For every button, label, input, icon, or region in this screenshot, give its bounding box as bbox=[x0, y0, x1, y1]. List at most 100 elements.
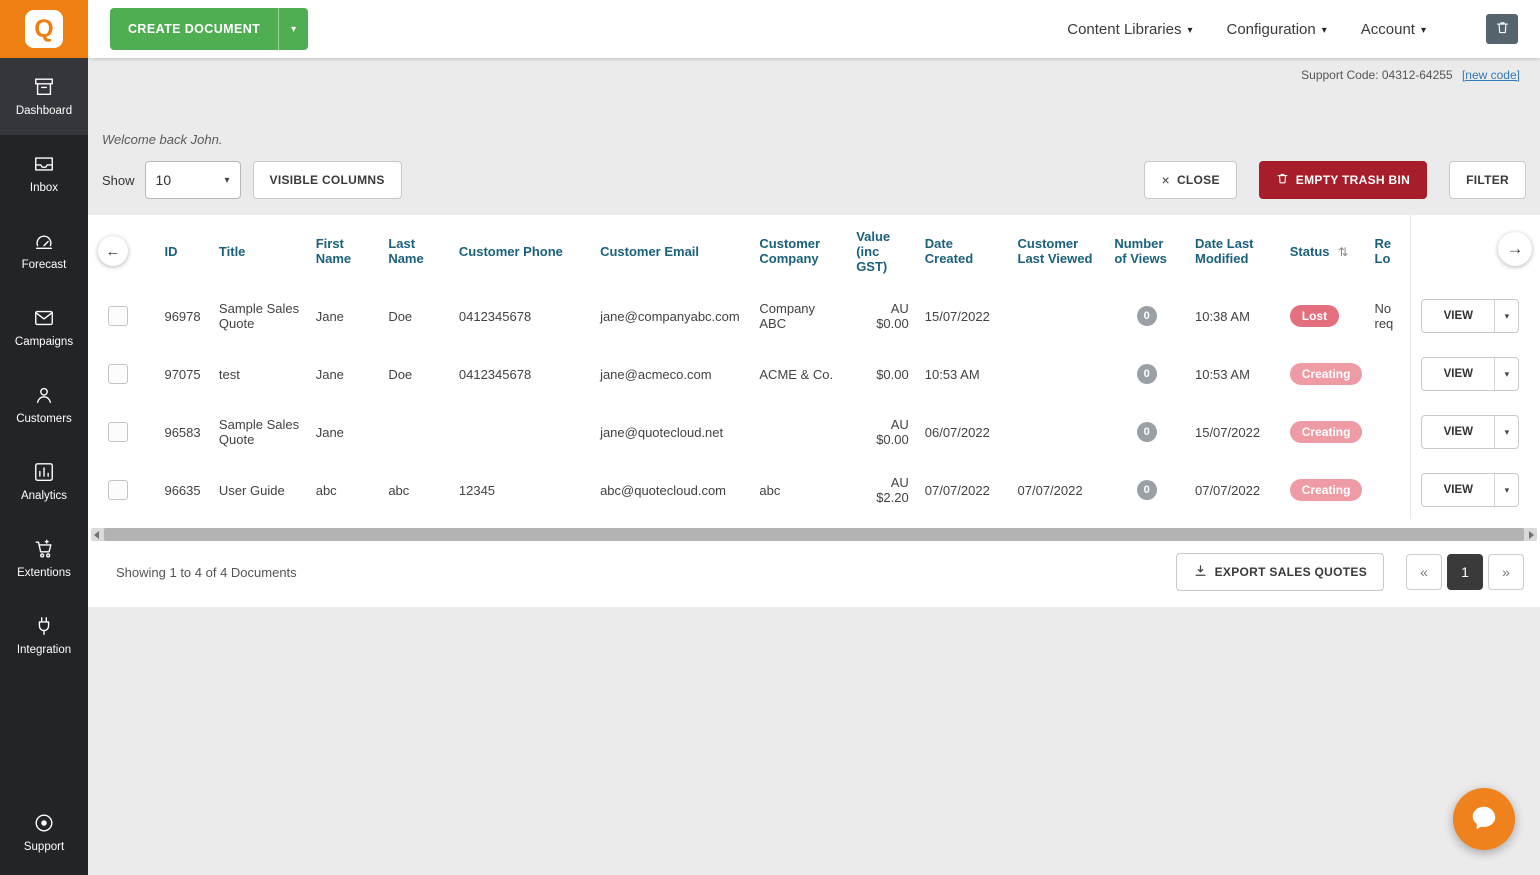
filter-button[interactable]: FILTER bbox=[1449, 161, 1526, 199]
cell-number-of-views: 0 bbox=[1106, 345, 1187, 403]
sidebar-item-label: Forecast bbox=[22, 259, 67, 271]
col-header-status[interactable]: Status ⇅ bbox=[1282, 215, 1371, 287]
cell-customer-company: abc bbox=[751, 461, 848, 519]
sidebar-item-integration[interactable]: Integration bbox=[0, 597, 88, 674]
cell-requires-login: No req bbox=[1371, 287, 1411, 345]
close-button[interactable]: × CLOSE bbox=[1144, 161, 1236, 199]
col-header-id[interactable]: ID bbox=[156, 215, 210, 287]
col-header-requires-login[interactable]: Re Lo bbox=[1371, 215, 1411, 287]
view-dropdown-caret[interactable]: ▾ bbox=[1494, 416, 1518, 448]
export-label: EXPORT SALES QUOTES bbox=[1215, 565, 1367, 579]
row-checkbox[interactable] bbox=[108, 364, 128, 384]
cell-last-name bbox=[380, 403, 451, 461]
cell-customer-last-viewed: 07/07/2022 bbox=[1010, 461, 1107, 519]
empty-trash-label: EMPTY TRASH BIN bbox=[1296, 173, 1410, 187]
visible-columns-button[interactable]: VISIBLE COLUMNS bbox=[253, 161, 402, 199]
right-controls: × CLOSE EMPTY TRASH BIN FILTER bbox=[1144, 161, 1526, 199]
quotecloud-logo-icon: Q bbox=[25, 10, 63, 48]
col-header-customer-phone[interactable]: Customer Phone bbox=[451, 215, 592, 287]
cell-select bbox=[100, 461, 156, 519]
sidebar-item-customers[interactable]: Customers bbox=[0, 366, 88, 443]
view-button-label: VIEW bbox=[1422, 416, 1494, 448]
horizontal-scrollbar[interactable] bbox=[91, 528, 1537, 541]
col-header-last-name[interactable]: Last Name bbox=[380, 215, 451, 287]
col-header-date-last-modified[interactable]: Date Last Modified bbox=[1187, 215, 1282, 287]
cell-status: Creating bbox=[1282, 461, 1371, 519]
sidebar-item-campaigns[interactable]: Campaigns bbox=[0, 289, 88, 366]
row-checkbox[interactable] bbox=[108, 306, 128, 326]
topbar: CREATE DOCUMENT ▾ Content Libraries ▾ Co… bbox=[88, 0, 1540, 58]
sidebar-item-dashboard[interactable]: Dashboard bbox=[0, 58, 88, 135]
pagination-page-1-button[interactable]: 1 bbox=[1447, 554, 1483, 590]
horizontal-scrollbar-handle[interactable] bbox=[104, 528, 1524, 541]
cell-customer-email: abc@quotecloud.com bbox=[592, 461, 751, 519]
export-sales-quotes-button[interactable]: EXPORT SALES QUOTES bbox=[1176, 553, 1384, 591]
cell-date-created: 10:53 AM bbox=[917, 345, 1010, 403]
new-code-link[interactable]: [new code] bbox=[1462, 68, 1520, 82]
empty-trash-bin-button[interactable]: EMPTY TRASH BIN bbox=[1259, 161, 1427, 199]
menu-content-libraries[interactable]: Content Libraries ▾ bbox=[1067, 21, 1192, 38]
chevron-down-icon: ▾ bbox=[1322, 23, 1327, 36]
cell-last-name: Doe bbox=[380, 287, 451, 345]
menu-configuration[interactable]: Configuration ▾ bbox=[1227, 21, 1327, 38]
pagination-prev-button[interactable]: « bbox=[1406, 554, 1442, 590]
cell-customer-phone: 0412345678 bbox=[451, 345, 592, 403]
cell-customer-company: ACME & Co. bbox=[751, 345, 848, 403]
scroll-columns-right-button[interactable]: → bbox=[1498, 232, 1532, 266]
col-header-title[interactable]: Title bbox=[211, 215, 308, 287]
col-header-date-created[interactable]: Date Created bbox=[917, 215, 1010, 287]
cell-actions: VIEW ▾ bbox=[1411, 287, 1530, 345]
pagination-next-button[interactable]: » bbox=[1488, 554, 1524, 590]
sidebar-item-support[interactable]: Support bbox=[0, 794, 88, 871]
cell-number-of-views: 0 bbox=[1106, 461, 1187, 519]
close-icon: × bbox=[1161, 172, 1169, 188]
sidebar-item-analytics[interactable]: Analytics bbox=[0, 443, 88, 520]
scroll-left-arrow[interactable] bbox=[94, 531, 99, 539]
view-button[interactable]: VIEW ▾ bbox=[1421, 299, 1519, 333]
cell-value: $0.00 bbox=[848, 345, 917, 403]
sidebar-item-forecast[interactable]: Forecast bbox=[0, 212, 88, 289]
table-footer: Showing 1 to 4 of 4 Documents EXPORT SAL… bbox=[88, 541, 1540, 607]
create-document-dropdown-caret[interactable]: ▾ bbox=[278, 8, 308, 50]
app-logo[interactable]: Q bbox=[0, 0, 88, 58]
col-header-value[interactable]: Value (inc GST) bbox=[848, 215, 917, 287]
sort-icon[interactable]: ⇅ bbox=[1338, 245, 1348, 259]
scroll-columns-left-button[interactable]: ← bbox=[98, 236, 128, 266]
col-header-first-name[interactable]: First Name bbox=[308, 215, 381, 287]
chat-widget-button[interactable] bbox=[1453, 788, 1515, 850]
col-header-customer-email[interactable]: Customer Email bbox=[592, 215, 751, 287]
status-badge: Creating bbox=[1290, 421, 1363, 443]
cell-title: Sample Sales Quote bbox=[211, 403, 308, 461]
sidebar-item-inbox[interactable]: Inbox bbox=[0, 135, 88, 212]
cell-status: Creating bbox=[1282, 345, 1371, 403]
support-code-row: Support Code: 04312-64255 [new code] bbox=[88, 58, 1540, 82]
main-content: Support Code: 04312-64255 [new code] Wel… bbox=[88, 58, 1540, 875]
show-per-page-value: 10 bbox=[156, 172, 172, 188]
view-dropdown-caret[interactable]: ▾ bbox=[1494, 358, 1518, 390]
customers-icon bbox=[33, 384, 55, 406]
view-button[interactable]: VIEW ▾ bbox=[1421, 415, 1519, 449]
status-badge: Creating bbox=[1290, 363, 1363, 385]
row-checkbox[interactable] bbox=[108, 422, 128, 442]
menu-account[interactable]: Account ▾ bbox=[1361, 21, 1426, 38]
col-header-customer-company[interactable]: Customer Company bbox=[751, 215, 848, 287]
col-header-number-of-views[interactable]: Number of Views bbox=[1106, 215, 1187, 287]
view-button[interactable]: VIEW ▾ bbox=[1421, 473, 1519, 507]
show-per-page-select[interactable]: 10 ▾ bbox=[145, 161, 241, 199]
create-document-label: CREATE DOCUMENT bbox=[110, 8, 278, 50]
view-button[interactable]: VIEW ▾ bbox=[1421, 357, 1519, 391]
sidebar-item-extensions[interactable]: Extentions bbox=[0, 520, 88, 597]
col-header-customer-last-viewed[interactable]: Customer Last Viewed bbox=[1010, 215, 1107, 287]
scroll-right-arrow[interactable] bbox=[1529, 531, 1534, 539]
results-count-text: Showing 1 to 4 of 4 Documents bbox=[116, 565, 297, 580]
cell-title: test bbox=[211, 345, 308, 403]
trash-icon bbox=[1276, 172, 1289, 188]
create-document-button[interactable]: CREATE DOCUMENT ▾ bbox=[110, 8, 308, 50]
sidebar-item-label: Campaigns bbox=[15, 336, 73, 348]
row-checkbox[interactable] bbox=[108, 480, 128, 500]
trash-bin-button[interactable] bbox=[1486, 14, 1518, 44]
view-dropdown-caret[interactable]: ▾ bbox=[1494, 300, 1518, 332]
view-dropdown-caret[interactable]: ▾ bbox=[1494, 474, 1518, 506]
chevron-down-icon: ▾ bbox=[1421, 23, 1426, 36]
cell-requires-login bbox=[1371, 345, 1411, 403]
